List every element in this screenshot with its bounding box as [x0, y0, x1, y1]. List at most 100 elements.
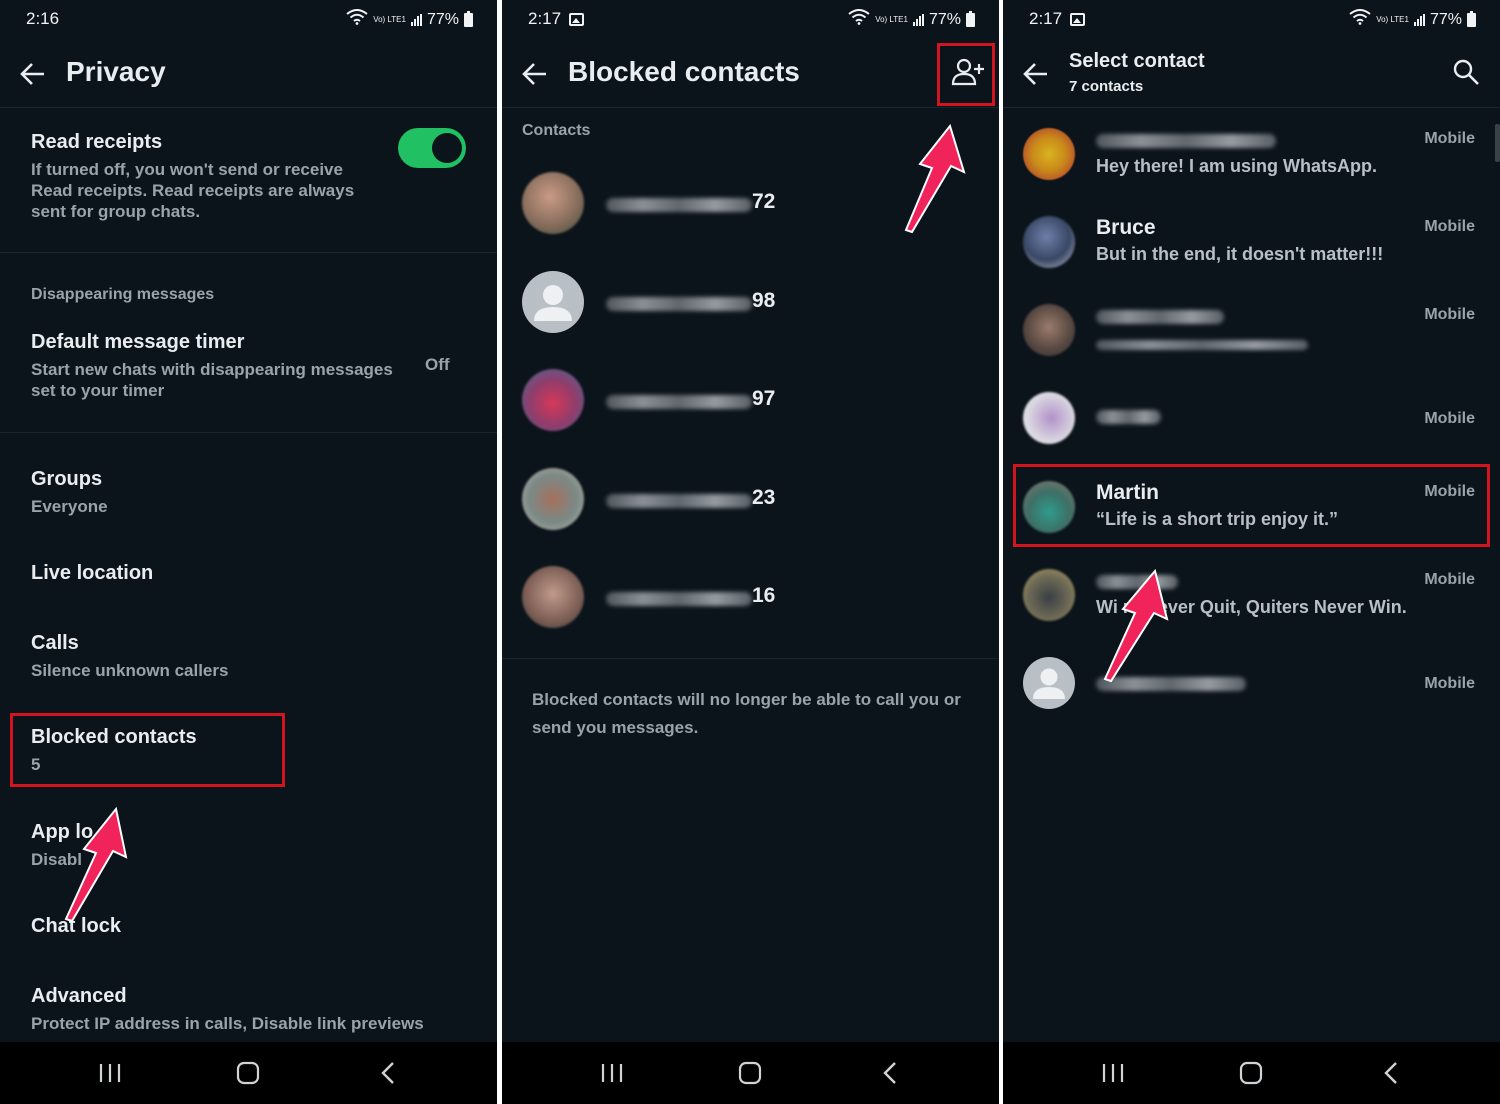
advanced-setting[interactable]: Advanced Protect IP address in calls, Di… [31, 985, 424, 1034]
setting-value: Silence unknown callers [31, 661, 229, 680]
back-arrow-icon[interactable] [1023, 61, 1049, 87]
status-time: 2:17 [528, 9, 562, 28]
contact-number-suffix: 23 [752, 486, 776, 509]
setting-description: If turned off, you won't send or receive… [31, 160, 355, 221]
contact-row[interactable]: Mobile [1023, 657, 1483, 727]
blocked-info-text: Blocked contacts will no longer be able … [532, 690, 961, 737]
back-nav-icon[interactable] [374, 1060, 404, 1086]
status-bar: 2:17 Vo) LTE1 77% [1003, 0, 1500, 38]
blurred-name [606, 592, 752, 606]
contact-number-suffix: 16 [752, 584, 776, 607]
section-label: Contacts [522, 122, 591, 139]
avatar [1023, 392, 1075, 444]
scrollbar[interactable] [1495, 124, 1500, 162]
contact-row[interactable]: Wi rs Never Quit, Quiters Never Win. Mob… [1023, 569, 1483, 639]
back-nav-icon[interactable] [1377, 1060, 1407, 1086]
blurred-name [606, 198, 752, 212]
privacy-screen: 2:16 Vo) LTE1 77% Privacy Read receipts … [0, 0, 497, 1104]
avatar [522, 566, 584, 628]
highlight-box [1013, 464, 1490, 547]
blurred-name [1096, 310, 1224, 324]
status-time: 2:16 [26, 9, 60, 28]
system-nav-bar [502, 1042, 999, 1104]
app-bar: Blocked contacts [502, 40, 999, 108]
blurred-name [1096, 410, 1161, 424]
avatar [522, 468, 584, 530]
contact-type: Mobile [1424, 130, 1475, 147]
search-icon[interactable] [1452, 58, 1480, 86]
avatar [522, 172, 584, 234]
timer-value: Off [425, 355, 450, 374]
avatar [522, 271, 584, 333]
avatar [1023, 216, 1075, 268]
default-timer-setting[interactable]: Default message timer Start new chats wi… [31, 331, 401, 401]
app-bar: Privacy [0, 40, 497, 108]
setting-description: Start new chats with disappearing messag… [31, 360, 393, 400]
contact-about: But in the end, it doesn't matter!!! [1096, 244, 1384, 264]
contact-type: Mobile [1424, 571, 1475, 588]
page-title: Blocked contacts [568, 56, 800, 87]
blurred-about [1096, 340, 1308, 350]
setting-title: Groups [31, 468, 103, 490]
battery-icon [464, 10, 473, 27]
contact-number-suffix: 72 [752, 190, 776, 213]
battery-icon [1467, 10, 1476, 27]
read-receipts-setting[interactable]: Read receipts If turned off, you won't s… [31, 131, 366, 222]
contact-row[interactable]: Mobile [1023, 304, 1483, 374]
blurred-name [606, 395, 752, 409]
contact-count: 7 contacts [1069, 78, 1144, 95]
setting-title: Advanced [31, 985, 127, 1007]
blocked-contacts-screen: 2:17 Vo) LTE1 77% Blocked contacts Conta… [502, 0, 999, 1104]
contact-type: Mobile [1424, 410, 1475, 427]
setting-value: Protect IP address in calls, Disable lin… [31, 1014, 424, 1033]
blocked-contact-row[interactable]: 23 [522, 468, 992, 532]
contact-number-suffix: 98 [752, 289, 776, 312]
setting-title: Calls [31, 632, 79, 654]
calls-setting[interactable]: Calls Silence unknown callers [31, 632, 228, 681]
contact-name: Bruce [1096, 216, 1156, 239]
recent-apps-icon[interactable] [95, 1060, 125, 1086]
blurred-name [1096, 134, 1276, 148]
status-bar: 2:17 Vo) LTE1 77% [502, 0, 999, 38]
battery-percent: 77% [426, 10, 459, 28]
home-icon[interactable] [233, 1060, 263, 1086]
back-nav-icon[interactable] [876, 1060, 906, 1086]
contact-about: Hey there! I am using WhatsApp. [1096, 156, 1378, 176]
setting-title: Read receipts [31, 131, 163, 153]
contact-row[interactable]: Bruce But in the end, it doesn't matter!… [1023, 216, 1483, 286]
recent-apps-icon[interactable] [1098, 1060, 1128, 1086]
signal-icon [912, 13, 924, 26]
back-arrow-icon[interactable] [20, 61, 46, 87]
contact-row[interactable]: Mobile [1023, 392, 1483, 462]
groups-setting[interactable]: Groups Everyone [31, 468, 108, 517]
system-nav-bar [1003, 1042, 1500, 1104]
gallery-icon [1070, 12, 1086, 26]
home-icon[interactable] [735, 1060, 765, 1086]
highlight-box [937, 43, 995, 106]
contact-type: Mobile [1424, 218, 1475, 235]
avatar [1023, 128, 1075, 180]
recent-apps-icon[interactable] [597, 1060, 627, 1086]
battery-percent: 77% [928, 10, 961, 28]
blocked-contact-row[interactable]: 98 [522, 271, 992, 335]
blocked-contact-row[interactable]: 97 [522, 369, 992, 433]
blurred-name [606, 297, 752, 311]
back-arrow-icon[interactable] [522, 61, 548, 87]
home-icon[interactable] [1236, 1060, 1266, 1086]
blocked-contact-row[interactable]: 16 [522, 566, 992, 630]
status-time: 2:17 [1029, 9, 1063, 28]
system-nav-bar [0, 1042, 497, 1104]
signal-icon [1413, 13, 1425, 26]
contact-row[interactable]: Hey there! I am using WhatsApp. Mobile [1023, 128, 1483, 198]
avatar [1023, 569, 1075, 621]
read-receipts-toggle[interactable] [398, 128, 466, 168]
avatar [1023, 304, 1075, 356]
battery-icon [966, 10, 975, 27]
status-bar: 2:16 Vo) LTE1 77% [0, 0, 497, 38]
wifi-icon [848, 9, 870, 30]
network-label: Vo) LTE1 [373, 14, 406, 24]
contact-type: Mobile [1424, 675, 1475, 692]
pointer-arrow-icon [904, 123, 966, 234]
live-location-setting[interactable]: Live location [31, 562, 153, 585]
section-label: Disappearing messages [31, 286, 215, 303]
